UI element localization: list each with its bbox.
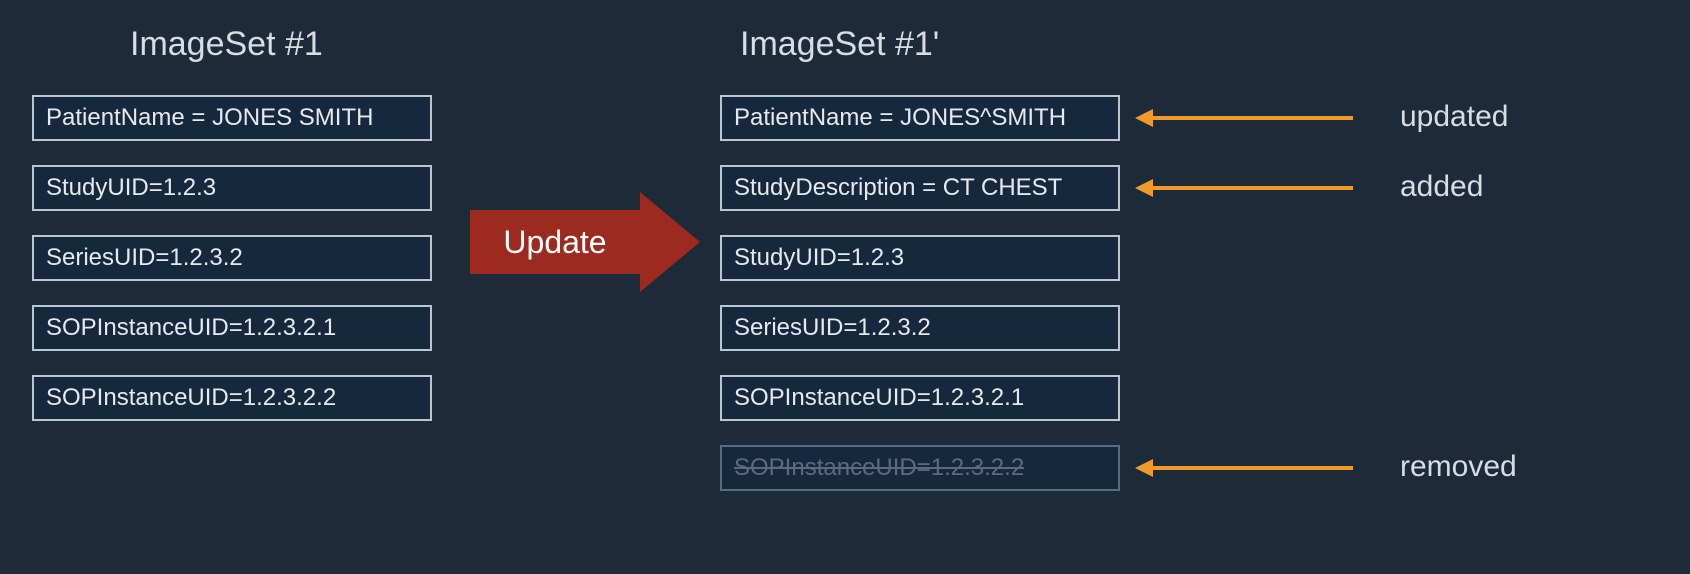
arrow-removed-line xyxy=(1153,466,1353,470)
update-arrow: Update xyxy=(470,210,640,274)
arrow-added-line xyxy=(1153,186,1353,190)
left-field-4: SOPInstanceUID=1.2.3.2.2 xyxy=(32,375,432,421)
annotation-updated: updated xyxy=(1400,100,1508,134)
update-arrow-label: Update xyxy=(503,224,606,261)
arrow-updated-head xyxy=(1135,109,1153,127)
annotation-added: added xyxy=(1400,170,1483,204)
right-field-3: SeriesUID=1.2.3.2 xyxy=(720,305,1120,351)
left-field-3: SOPInstanceUID=1.2.3.2.1 xyxy=(32,305,432,351)
annotation-removed: removed xyxy=(1400,450,1517,484)
arrow-updated-line xyxy=(1153,116,1353,120)
arrow-removed-head xyxy=(1135,459,1153,477)
update-arrow-head xyxy=(640,192,700,292)
right-column-title: ImageSet #1' xyxy=(740,25,939,64)
right-field-2: StudyUID=1.2.3 xyxy=(720,235,1120,281)
left-field-2: SeriesUID=1.2.3.2 xyxy=(32,235,432,281)
right-field-5-removed: SOPInstanceUID=1.2.3.2.2 xyxy=(720,445,1120,491)
left-column-title: ImageSet #1 xyxy=(130,25,323,64)
diagram-stage: ImageSet #1 ImageSet #1' PatientName = J… xyxy=(0,0,1690,574)
right-field-1: StudyDescription = CT CHEST xyxy=(720,165,1120,211)
left-field-1: StudyUID=1.2.3 xyxy=(32,165,432,211)
right-field-0: PatientName = JONES^SMITH xyxy=(720,95,1120,141)
arrow-added-head xyxy=(1135,179,1153,197)
left-field-0: PatientName = JONES SMITH xyxy=(32,95,432,141)
right-field-4: SOPInstanceUID=1.2.3.2.1 xyxy=(720,375,1120,421)
